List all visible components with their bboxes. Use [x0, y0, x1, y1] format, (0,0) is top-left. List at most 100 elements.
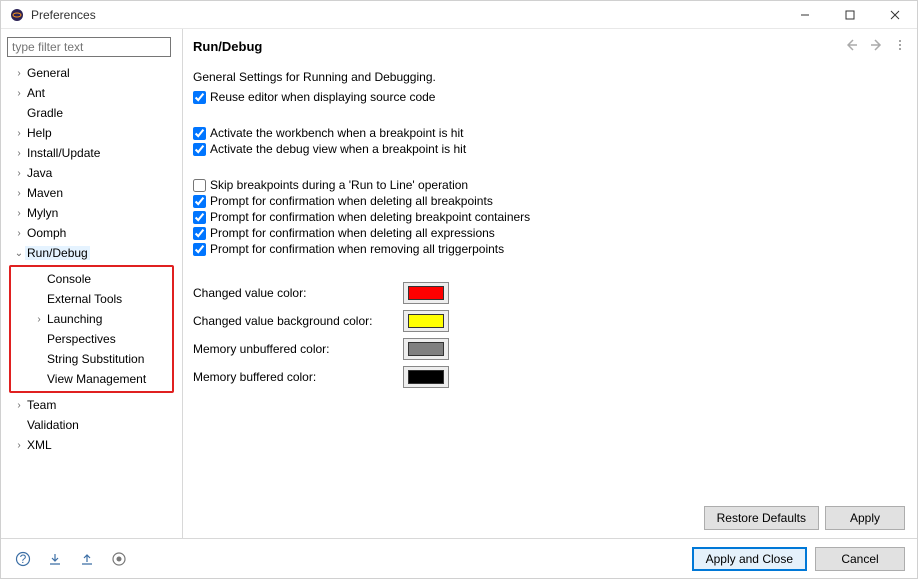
page-title: Run/Debug	[193, 39, 847, 54]
tree-item-xml[interactable]: ›XML	[7, 435, 174, 455]
color-picker-mem-buffered[interactable]	[403, 366, 449, 388]
color-picker-changed-value[interactable]	[403, 282, 449, 304]
check-prompt-remove-triggerpoints[interactable]: Prompt for confirmation when removing al…	[193, 242, 905, 256]
tree-label: Help	[25, 126, 54, 140]
annotation-highlight-box: ›Console ›External Tools ›Launching ›Per…	[9, 265, 174, 393]
check-activate-debug-view[interactable]: Activate the debug view when a breakpoin…	[193, 142, 905, 156]
checkbox[interactable]	[193, 179, 206, 192]
chevron-right-icon: ›	[13, 168, 25, 179]
tree-item-view-management[interactable]: ›View Management	[11, 369, 172, 389]
tree-label: Launching	[45, 312, 104, 326]
preferences-tree: ›General ›Ant ›Gradle ›Help ›Install/Upd…	[7, 63, 174, 538]
maximize-button[interactable]	[827, 1, 872, 29]
color-picker-changed-bg[interactable]	[403, 310, 449, 332]
footer-left: ?	[13, 549, 129, 569]
checkbox[interactable]	[193, 127, 206, 140]
tree-item-maven[interactable]: ›Maven	[7, 183, 174, 203]
help-icon[interactable]: ?	[13, 549, 33, 569]
tree-label: String Substitution	[45, 352, 146, 366]
tree-item-run-debug[interactable]: ⌄Run/Debug	[7, 243, 174, 263]
eclipse-icon	[9, 7, 25, 23]
check-prompt-delete-bp-containers[interactable]: Prompt for confirmation when deleting br…	[193, 210, 905, 224]
color-swatch	[408, 286, 444, 300]
checkbox[interactable]	[193, 227, 206, 240]
chevron-right-icon: ›	[13, 400, 25, 411]
chevron-right-icon: ›	[13, 128, 25, 139]
menu-icon[interactable]	[895, 39, 905, 54]
tree-item-mylyn[interactable]: ›Mylyn	[7, 203, 174, 223]
checkbox-label: Prompt for confirmation when removing al…	[210, 242, 504, 256]
color-label: Changed value color:	[193, 286, 403, 300]
page-button-bar: Restore Defaults Apply	[183, 500, 917, 538]
tree-item-general[interactable]: ›General	[7, 63, 174, 83]
chevron-down-icon: ⌄	[13, 248, 25, 259]
tree-label: Validation	[25, 418, 81, 432]
tree-item-gradle[interactable]: ›Gradle	[7, 103, 174, 123]
tree-label: Run/Debug	[25, 246, 90, 260]
checkbox[interactable]	[193, 195, 206, 208]
filter-input[interactable]	[7, 37, 171, 57]
restore-defaults-button[interactable]: Restore Defaults	[704, 506, 819, 530]
checkbox-label: Activate the workbench when a breakpoint…	[210, 126, 463, 140]
tree-label: General	[25, 66, 72, 80]
tree-label: XML	[25, 438, 54, 452]
checkbox-label: Reuse editor when displaying source code	[210, 90, 435, 104]
check-skip-breakpoints[interactable]: Skip breakpoints during a 'Run to Line' …	[193, 178, 905, 192]
chevron-right-icon: ›	[33, 314, 45, 325]
tree-item-external-tools[interactable]: ›External Tools	[11, 289, 172, 309]
forward-icon[interactable]	[871, 39, 885, 54]
import-icon[interactable]	[45, 549, 65, 569]
titlebar: Preferences	[1, 1, 917, 29]
tree-item-ant[interactable]: ›Ant	[7, 83, 174, 103]
close-button[interactable]	[872, 1, 917, 29]
sidebar: ›General ›Ant ›Gradle ›Help ›Install/Upd…	[1, 29, 183, 538]
tree-label: Oomph	[25, 226, 68, 240]
tree-item-team[interactable]: ›Team	[7, 395, 174, 415]
header-toolbar	[847, 39, 905, 54]
back-icon[interactable]	[847, 39, 861, 54]
tree-item-perspectives[interactable]: ›Perspectives	[11, 329, 172, 349]
window-controls	[782, 1, 917, 29]
color-swatch	[408, 314, 444, 328]
color-picker-mem-unbuffered[interactable]	[403, 338, 449, 360]
dialog-body: ›General ›Ant ›Gradle ›Help ›Install/Upd…	[1, 29, 917, 538]
tree-label: Team	[25, 398, 58, 412]
checkbox[interactable]	[193, 211, 206, 224]
tree-item-console[interactable]: ›Console	[11, 269, 172, 289]
tree-label: Maven	[25, 186, 65, 200]
checkbox[interactable]	[193, 243, 206, 256]
minimize-button[interactable]	[782, 1, 827, 29]
color-label: Memory unbuffered color:	[193, 342, 403, 356]
tree-item-java[interactable]: ›Java	[7, 163, 174, 183]
check-prompt-delete-expressions[interactable]: Prompt for confirmation when deleting al…	[193, 226, 905, 240]
tree-item-validation[interactable]: ›Validation	[7, 415, 174, 435]
export-icon[interactable]	[77, 549, 97, 569]
tree-item-string-substitution[interactable]: ›String Substitution	[11, 349, 172, 369]
checkbox[interactable]	[193, 91, 206, 104]
check-prompt-delete-all-bp[interactable]: Prompt for confirmation when deleting al…	[193, 194, 905, 208]
color-row-changed-value: Changed value color:	[193, 282, 905, 304]
tree-label: Ant	[25, 86, 47, 100]
preferences-window: Preferences ›General ›Ant ›Gradle ›Help …	[0, 0, 918, 579]
apply-and-close-button[interactable]: Apply and Close	[692, 547, 807, 571]
checkbox-label: Prompt for confirmation when deleting br…	[210, 210, 530, 224]
check-reuse-editor[interactable]: Reuse editor when displaying source code	[193, 90, 905, 104]
cancel-button[interactable]: Cancel	[815, 547, 905, 571]
tree-label: Install/Update	[25, 146, 102, 160]
tree-item-help[interactable]: ›Help	[7, 123, 174, 143]
color-label: Memory buffered color:	[193, 370, 403, 384]
check-activate-workbench[interactable]: Activate the workbench when a breakpoint…	[193, 126, 905, 140]
tree-label: View Management	[45, 372, 148, 386]
tree-item-oomph[interactable]: ›Oomph	[7, 223, 174, 243]
chevron-right-icon: ›	[13, 208, 25, 219]
apply-button[interactable]: Apply	[825, 506, 905, 530]
tree-item-install-update[interactable]: ›Install/Update	[7, 143, 174, 163]
color-row-mem-buffered: Memory buffered color:	[193, 366, 905, 388]
svg-text:?: ?	[20, 552, 27, 566]
tree-item-launching[interactable]: ›Launching	[11, 309, 172, 329]
checkbox[interactable]	[193, 143, 206, 156]
color-row-mem-unbuffered: Memory unbuffered color:	[193, 338, 905, 360]
color-swatch	[408, 370, 444, 384]
oomph-record-icon[interactable]	[109, 549, 129, 569]
checkbox-label: Activate the debug view when a breakpoin…	[210, 142, 466, 156]
